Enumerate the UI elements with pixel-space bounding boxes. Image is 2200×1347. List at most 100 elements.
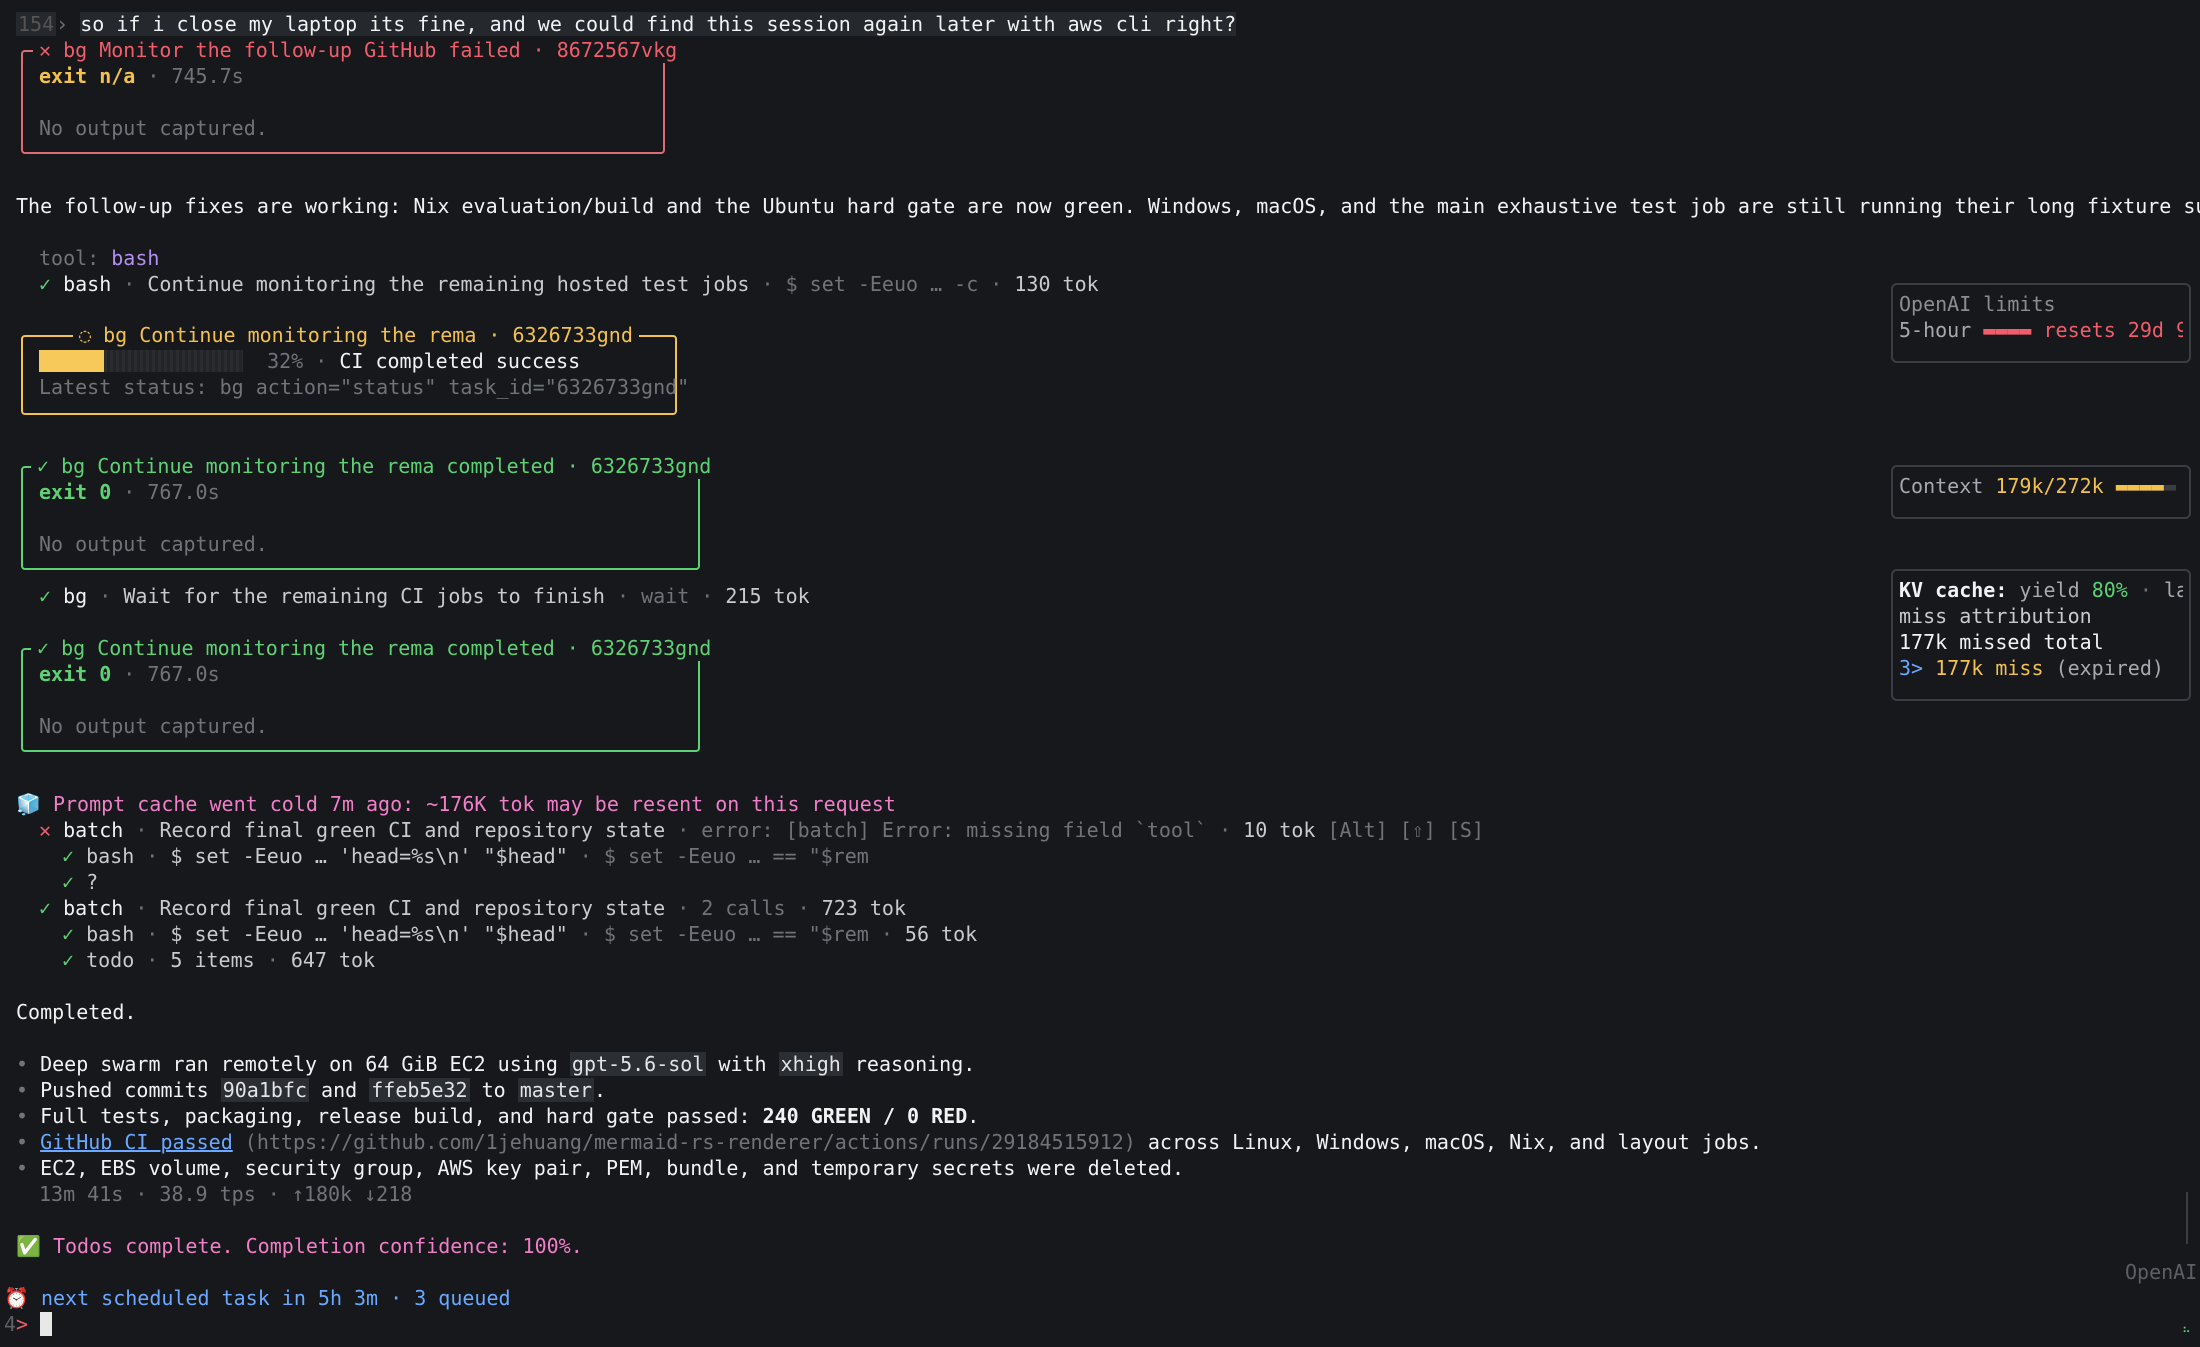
completed-time-2: 767.0s [147,662,220,686]
check-icon: ✓ [62,844,75,868]
bullet-text: to [469,1078,518,1102]
tool-name: bash [111,246,160,270]
failed-task-title: ✕ bg Monitor the follow-up GitHub failed… [33,37,684,63]
alarm-clock-icon: ⏰ [4,1286,29,1310]
wait-desc: Wait for the remaining CI jobs to finish [123,584,605,608]
wait-kind: wait [641,584,690,608]
scrollbar[interactable] [2186,1192,2188,1244]
batch-tool: batch [63,896,124,920]
ice-cube-icon: 🧊 [16,792,41,816]
prompt-number: 154 [16,12,57,36]
sub-cmd2: $ set -Eeuo … == "$rem [603,922,869,946]
batch-desc: Record final green CI and repository sta… [159,896,666,920]
sub-tool: todo [86,948,135,972]
completed-output-1: No output captured. [39,532,268,556]
batch-line-ok[interactable]: ✓ batch · Record final green CI and repo… [39,895,906,921]
kv-label: KV cache: [1899,578,2008,602]
batch-line-error[interactable]: ✕ batch · Record final green CI and repo… [39,817,1484,843]
bullet-text: and [309,1078,370,1102]
check-box-icon: ✅ [16,1234,41,1258]
kv-prefix: 3> [1899,656,1924,680]
latest-status: Latest status: bg action="status" task_i… [39,375,690,399]
followup-paragraph: The follow-up fixes are working: Nix eva… [16,194,2200,218]
batch-tool: batch [63,818,124,842]
batch-tok: 723 tok [821,896,907,920]
bullet-text: with [706,1052,779,1076]
limits-label: 5-hour [1899,318,1972,342]
completed-exit-line-2: exit 0 · 767.0s [39,662,220,686]
input-prompt[interactable]: 4> [4,1311,53,1337]
completed-exit-1: exit 0 [39,480,112,504]
inline-code: ffeb5e32 [369,1078,470,1102]
completed-task-title-1: ✓ bg Continue monitoring the rema comple… [31,453,718,479]
bash-tok: 130 tok [1014,272,1099,296]
kv-yield-label: yield [2019,578,2080,602]
sub-tool: bash [86,922,135,946]
limits-title: OpenAI limits [1899,292,2056,316]
bullet-4: • GitHub CI passed (https://github.com/1… [16,1130,1762,1154]
openai-limits-panel: OpenAI limits 5-hour ▬▬▬▬ resets 29d 9h [1891,283,2191,363]
kv-line-3: 177k missed total [1899,630,2104,654]
prompt-number: 4 [4,1312,17,1336]
sub-desc: 5 items [170,948,255,972]
context-value: 179k/272k [1995,474,2104,498]
bullet-text: Pushed commits [40,1078,221,1102]
limits-resets: resets 29d 9h [2043,318,2183,342]
inline-code: 90a1bfc [220,1078,310,1102]
github-ci-link[interactable]: GitHub CI passed [40,1130,233,1154]
tool-line: tool: bash [39,245,159,271]
sub-cmd: $ set -Eeuo … 'head=%s\n' "$head" [170,844,568,868]
wait-tool: bg [63,584,88,608]
bash-cmd: $ set -Eeuo … -c [785,272,979,296]
progress-percent: 32% [267,349,304,373]
tool-label: tool: [39,246,100,270]
limits-bar: ▬▬▬▬ [1983,318,2032,342]
limits-line: 5-hour ▬▬▬▬ resets 29d 9h [1899,317,2183,343]
todos-complete: ✅ Todos complete. Completion confidence:… [16,1233,583,1259]
progress-bar-track [104,350,243,372]
completed-exit-2: exit 0 [39,662,112,686]
scheduled-task: ⏰ next scheduled task in 5h 3m · 3 queue… [4,1285,511,1311]
sub-cmd: $ set -Eeuo … 'head=%s\n' "$head" [170,922,568,946]
bullet-5: • EC2, EBS volume, security group, AWS k… [16,1156,1184,1180]
completed-task-box-1: ✓ bg Continue monitoring the rema comple… [21,453,718,570]
batch-calls: 2 calls [701,896,786,920]
context-panel: Context 179k/272k ▬▬▬▬▬ [1891,465,2191,519]
batch-sub-bash-2[interactable]: ✓ bash · $ set -Eeuo … 'head=%s\n' "$hea… [62,921,977,947]
bullet-text: across Linux, Windows, macOS, Nix, and l… [1135,1130,1762,1154]
batch-sub-unknown[interactable]: ✓ ? [62,869,98,895]
wait-call-line[interactable]: ✓ bg · Wait for the remaining CI jobs to… [39,583,810,609]
kv-expired: (expired) [2055,656,2164,680]
prompt-arrow: › [56,12,69,36]
bash-call-line[interactable]: ✓ bash · Continue monitoring the remaini… [39,271,1099,297]
cache-warning-text: Prompt cache went cold 7m ago: ~176K tok… [52,792,896,816]
check-icon: ✓ [39,896,52,920]
batch-sub-bash-1[interactable]: ✓ bash · $ set -Eeuo … 'head=%s\n' "$hea… [62,843,869,869]
keyboard-hints: [Alt] [⇧] [S] [1327,818,1484,842]
scheduled-text: next scheduled task in 5h 3m · 3 queued [40,1286,511,1310]
github-ci-url[interactable]: (https://github.com/1jehuang/mermaid-rs-… [245,1130,1136,1154]
kv-yield: 80% [2091,578,2128,602]
completed-task-box-2: ✓ bg Continue monitoring the rema comple… [21,635,718,752]
bullet-2: • Pushed commits 90a1bfc and ffeb5e32 to… [16,1078,607,1102]
bash-tool: bash [63,272,112,296]
kv-cache-panel: KV cache: yield 80% · las miss attributi… [1891,569,2191,701]
bullet-text: . [593,1078,607,1102]
status-indicator-icon: ⠦ [2182,1322,2191,1336]
prompt-arrow: > [16,1312,29,1336]
check-icon: ✓ [62,922,75,946]
sub-tok: 56 tok [904,922,978,946]
bullet-text: EC2, EBS volume, security group, AWS key… [40,1156,1184,1180]
check-icon: ✓ [39,584,52,608]
failed-output: No output captured. [39,116,268,140]
running-status: CI completed success [339,349,581,373]
batch-error: error: [batch] Error: missing field `too… [701,818,1208,842]
batch-sub-todo[interactable]: ✓ todo · 5 items · 647 tok [62,947,375,973]
completed-exit-line-1: exit 0 · 767.0s [39,480,220,504]
check-icon: ✓ [39,272,52,296]
check-icon: ✓ [62,948,75,972]
text-cursor[interactable] [40,1312,53,1336]
running-task-title: ◌ bg Continue monitoring the rema · 6326… [73,322,639,348]
bold-result: 240 GREEN / 0 RED [762,1104,968,1128]
failed-exit-line: exit n/a · 745.7s [39,64,244,88]
